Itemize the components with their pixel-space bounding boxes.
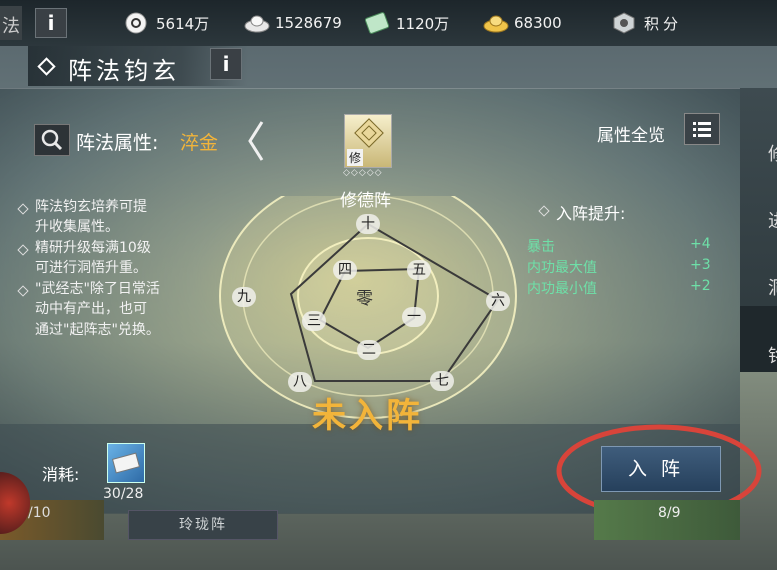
- gold-value: 5614万: [156, 14, 210, 33]
- stat-value-2: +3: [690, 257, 711, 273]
- formation-thumb-char: 修: [347, 149, 364, 166]
- attr-value: 淬金: [180, 132, 219, 154]
- node-ten[interactable]: 十: [356, 214, 380, 234]
- star-rating-dots: ◇◇◇◇◇: [343, 168, 383, 178]
- silver-value: 1528679: [275, 14, 342, 32]
- chevron-left-icon[interactable]: [246, 120, 266, 162]
- points-badge-icon: [612, 12, 638, 34]
- formation-thumbnail[interactable]: 修: [344, 114, 392, 168]
- top-info-button[interactable]: i: [35, 8, 67, 38]
- cost-label: 消耗:: [42, 465, 80, 484]
- gold-ingot-icon: [482, 12, 509, 34]
- stat-name-3: 内功最小值: [527, 281, 597, 297]
- node-one[interactable]: 一: [402, 307, 426, 327]
- side-tab-inscribe[interactable]: 铭: [768, 342, 777, 368]
- ticket-value: 1120万: [396, 14, 450, 33]
- formation-name: 修德阵: [340, 191, 391, 211]
- description-line-4: 可进行洞悟升重。: [35, 260, 147, 276]
- bottom-tab[interactable]: 玲珑阵: [128, 510, 278, 540]
- corner-tab[interactable]: 法: [0, 6, 22, 40]
- cost-count: 30/28: [103, 486, 144, 502]
- node-eight[interactable]: 八: [288, 372, 312, 392]
- bottom-right-count: 8/9: [658, 505, 681, 521]
- boost-title: 入阵提升:: [556, 204, 626, 223]
- node-three[interactable]: 三: [302, 311, 326, 331]
- gold-resource[interactable]: 5614万: [124, 10, 209, 36]
- formation-status: 未入阵: [312, 396, 423, 436]
- overview-label: 属性全览: [597, 126, 665, 146]
- node-four[interactable]: 四: [333, 260, 357, 280]
- ticket-resource[interactable]: 1120万: [364, 10, 449, 36]
- side-tab-cultivate[interactable]: 修: [768, 140, 777, 166]
- points-label: 积分: [644, 14, 683, 33]
- description-line-2: 升收集属性。: [35, 219, 119, 235]
- search-icon: [41, 129, 63, 151]
- cost-item[interactable]: [107, 443, 145, 483]
- corner-tab-label: 法: [2, 16, 20, 37]
- page-title: 阵法钧玄: [68, 57, 180, 85]
- node-five[interactable]: 五: [407, 260, 431, 280]
- node-seven[interactable]: 七: [430, 371, 454, 391]
- side-tab-insight[interactable]: 洞: [768, 274, 777, 300]
- silver-ingot-icon: [243, 12, 270, 34]
- stat-name-2: 内功最大值: [527, 260, 597, 276]
- description-line-1: 阵法钧玄培养可提: [35, 199, 147, 215]
- side-tab-advance[interactable]: 进: [768, 207, 777, 233]
- description-line-3: 精研升级每满10级: [35, 240, 151, 256]
- search-button[interactable]: [34, 124, 70, 156]
- coin-resource[interactable]: 68300: [482, 10, 562, 36]
- gold-coin-icon: [124, 12, 150, 34]
- description-line-7: 通过"起阵志"兑换。: [35, 322, 160, 338]
- scroll-icon: [111, 452, 141, 474]
- title-info-button[interactable]: i: [210, 48, 242, 80]
- stat-value-3: +2: [690, 278, 711, 294]
- description-line-6: 动中有产出，也可: [35, 301, 147, 317]
- title-diamond-icon: [37, 57, 56, 76]
- stat-name-1: 暴击: [527, 239, 555, 255]
- node-six[interactable]: 六: [486, 291, 510, 311]
- silver-resource[interactable]: 1528679: [243, 10, 342, 36]
- node-nine[interactable]: 九: [232, 287, 256, 307]
- attr-label: 阵法属性:: [76, 132, 159, 154]
- coin-value: 68300: [514, 14, 562, 32]
- node-center[interactable]: 零: [356, 284, 373, 309]
- overview-button[interactable]: [684, 113, 720, 145]
- list-icon: [693, 122, 711, 137]
- stat-value-1: +4: [690, 236, 711, 252]
- bottom-left-count: /10: [28, 505, 51, 521]
- node-two[interactable]: 二: [357, 340, 381, 360]
- ticket-icon: [364, 12, 390, 34]
- description-line-5: "武经志"除了日常活: [35, 281, 160, 297]
- points-resource[interactable]: 积分: [612, 10, 682, 36]
- resource-bar: 法 i 5614万 1528679 1120万 68300 积分: [0, 0, 777, 46]
